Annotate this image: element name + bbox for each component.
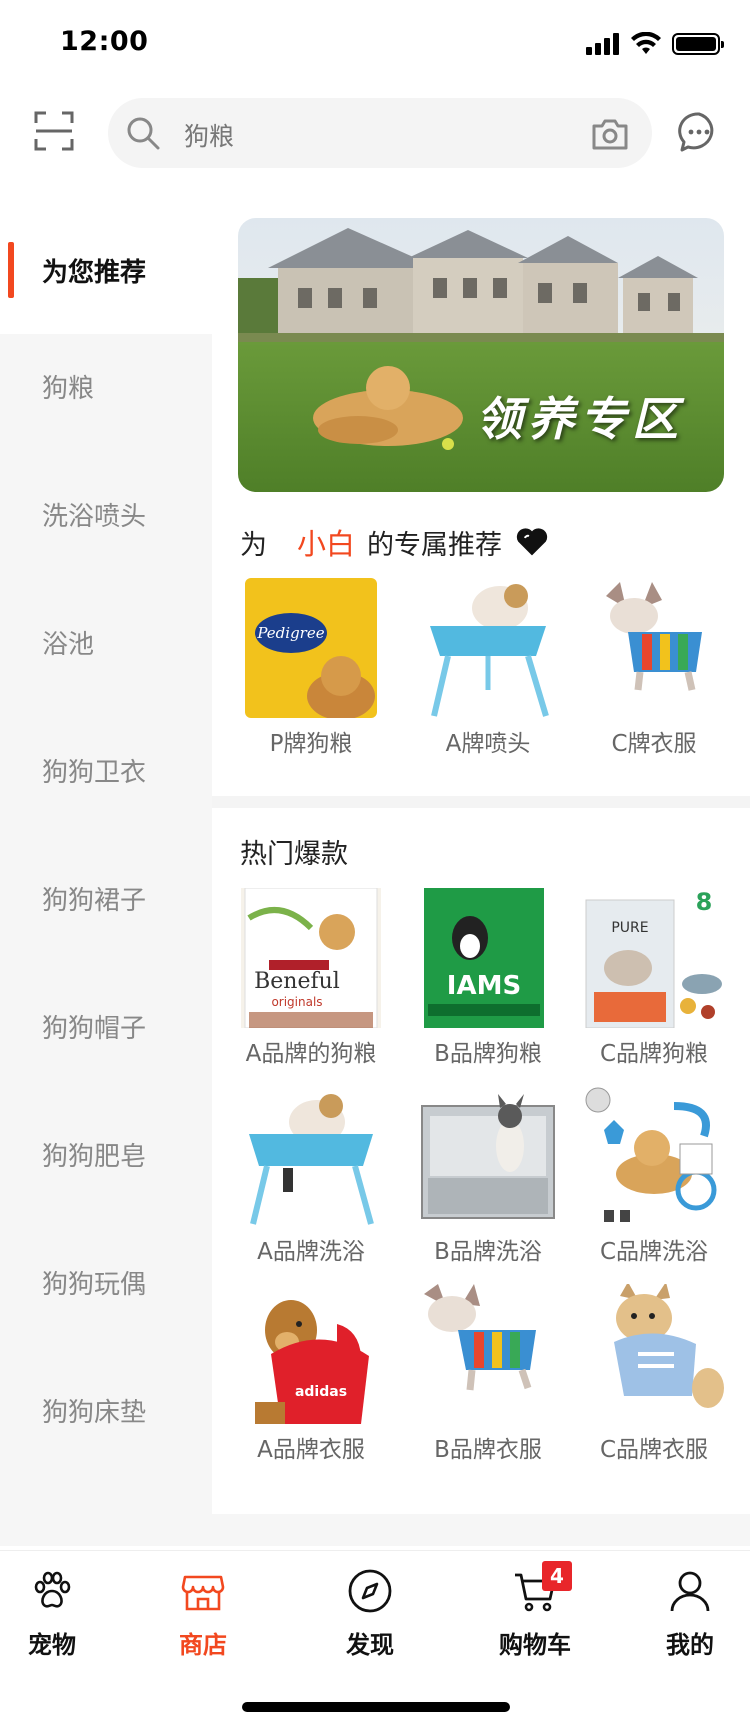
- tab-cart[interactable]: 4 购物车: [480, 1561, 590, 1677]
- category-sidebar: 为您推荐 狗粮 洗浴喷头 浴池 狗狗卫衣 狗狗裙子 狗狗帽子 狗狗肥皂 狗狗玩偶…: [0, 206, 212, 1546]
- sidebar-item-dog-food[interactable]: 狗粮: [0, 322, 212, 450]
- sidebar-item-dog-mattress[interactable]: 狗狗床垫: [0, 1346, 212, 1474]
- recommend-prefix: 为: [240, 529, 267, 561]
- svg-text:originals: originals: [271, 995, 322, 1009]
- product-card[interactable]: C牌衣服: [584, 578, 724, 758]
- product-card[interactable]: B品牌洗浴: [418, 1086, 558, 1266]
- content-bottom-gap: [212, 1514, 750, 1546]
- camera-icon[interactable]: [590, 114, 630, 154]
- svg-text:PURE: PURE: [611, 920, 648, 936]
- product-card[interactable]: Pedigree P牌狗粮: [241, 578, 381, 758]
- product-label: B品牌狗粮: [434, 1041, 542, 1067]
- search-input[interactable]: 狗粮: [184, 117, 234, 153]
- tab-me[interactable]: 我的: [635, 1567, 745, 1677]
- svg-text:adidas: adidas: [295, 1384, 347, 1400]
- tab-label: 商店: [179, 1631, 227, 1659]
- product-image: [418, 578, 558, 718]
- sidebar-item-recommend[interactable]: 为您推荐: [0, 206, 212, 334]
- product-image: [241, 1086, 381, 1226]
- banner-title: 领养专区: [476, 392, 684, 446]
- product-image: [584, 1284, 724, 1424]
- sidebar-item-bath-tub[interactable]: 浴池: [0, 578, 212, 706]
- banner-image: [238, 218, 724, 492]
- status-icons: [586, 32, 724, 56]
- section-divider: [212, 796, 750, 808]
- product-card[interactable]: Beneful originals A品牌的狗粮: [241, 888, 381, 1068]
- recommend-title: 为 小白 的专属推荐: [240, 522, 548, 562]
- recommend-user-name: 小白: [297, 527, 356, 561]
- wifi-icon: [631, 32, 661, 54]
- battery-icon: [672, 33, 724, 55]
- status-bar: 12:00: [0, 0, 750, 88]
- tab-label: 发现: [346, 1631, 394, 1659]
- svg-text:Beneful: Beneful: [254, 969, 340, 994]
- product-label: C品牌衣服: [599, 1437, 709, 1463]
- sidebar-item-dog-skirt[interactable]: 狗狗裙子: [0, 834, 212, 962]
- user-icon: [670, 1571, 710, 1612]
- product-card[interactable]: C品牌洗浴: [584, 1086, 724, 1266]
- message-icon[interactable]: [678, 111, 720, 153]
- scan-icon[interactable]: [34, 111, 74, 151]
- search-bar[interactable]: 狗粮: [108, 98, 652, 168]
- hot-section-title: 热门爆款: [240, 839, 348, 870]
- product-card[interactable]: C品牌衣服: [584, 1284, 724, 1464]
- product-image: Pedigree: [241, 578, 381, 718]
- product-image: [418, 1284, 558, 1424]
- product-card[interactable]: IAMS B品牌狗粮: [418, 888, 558, 1068]
- sidebar-item-dog-hat[interactable]: 狗狗帽子: [0, 962, 212, 1090]
- sidebar-item-dog-hoodie[interactable]: 狗狗卫衣: [0, 706, 212, 834]
- recommend-suffix: 的专属推荐: [367, 529, 503, 561]
- sidebar-item-dog-toy[interactable]: 狗狗玩偶: [0, 1218, 212, 1346]
- product-image: [584, 1086, 724, 1226]
- svg-text:Pedigree: Pedigree: [256, 624, 324, 642]
- product-card[interactable]: A牌喷头: [418, 578, 558, 758]
- tab-label: 宠物: [28, 1631, 76, 1659]
- product-label: A牌喷头: [445, 731, 531, 757]
- heart-icon: [516, 528, 548, 556]
- home-indicator: [242, 1702, 510, 1712]
- svg-text:IAMS: IAMS: [447, 971, 521, 1001]
- status-time: 12:00: [60, 26, 149, 57]
- sidebar-item-dog-soap[interactable]: 狗狗肥皂: [0, 1090, 212, 1218]
- tab-label: 我的: [666, 1631, 714, 1659]
- product-image: Beneful originals: [241, 888, 381, 1028]
- sidebar-item-shower-head[interactable]: 洗浴喷头: [0, 450, 212, 578]
- tab-discover[interactable]: 发现: [315, 1567, 425, 1677]
- product-image: PURE 8: [584, 888, 724, 1028]
- signal-icon: [586, 33, 619, 55]
- tab-pets[interactable]: 宠物: [0, 1567, 107, 1677]
- svg-text:8: 8: [696, 888, 713, 916]
- tab-store[interactable]: 商店: [148, 1567, 258, 1677]
- product-label: C牌衣服: [611, 731, 697, 757]
- product-card[interactable]: B品牌衣服: [418, 1284, 558, 1464]
- product-image: IAMS: [418, 888, 558, 1028]
- product-card[interactable]: PURE 8 C品牌狗粮: [584, 888, 724, 1068]
- product-label: P牌狗粮: [269, 731, 353, 757]
- product-label: A品牌洗浴: [257, 1239, 365, 1265]
- product-image: [418, 1086, 558, 1226]
- product-label: B品牌衣服: [434, 1437, 542, 1463]
- cart-badge: 4: [542, 1561, 572, 1591]
- adoption-banner[interactable]: 领养专区: [238, 218, 724, 492]
- search-icon: [127, 117, 160, 150]
- paw-icon: [34, 1571, 71, 1608]
- compass-icon: [348, 1569, 392, 1613]
- product-card[interactable]: adidas A品牌衣服: [241, 1284, 381, 1464]
- product-label: A品牌的狗粮: [245, 1041, 377, 1067]
- product-label: B品牌洗浴: [434, 1239, 542, 1265]
- product-label: C品牌洗浴: [599, 1239, 709, 1265]
- product-card[interactable]: A品牌洗浴: [241, 1086, 381, 1266]
- product-label: A品牌衣服: [257, 1437, 365, 1463]
- tab-label: 购物车: [499, 1631, 571, 1659]
- top-bar: 狗粮: [0, 96, 750, 168]
- product-image: adidas: [241, 1284, 381, 1424]
- product-image: [584, 578, 724, 718]
- store-icon: [181, 1575, 225, 1611]
- product-label: C品牌狗粮: [599, 1041, 709, 1067]
